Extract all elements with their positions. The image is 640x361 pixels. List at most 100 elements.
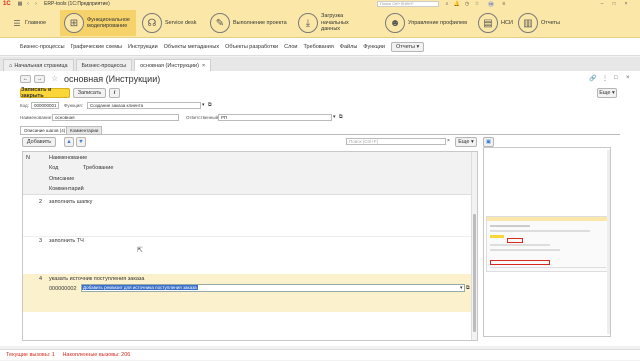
status-bar: Текущие вызовы: 1 Накопленные вызовы: 20… xyxy=(0,349,640,360)
section-nsi[interactable]: ▤ НСИ xyxy=(478,10,513,36)
section-label: Загрузка начальных данных xyxy=(321,13,349,33)
open-tabs: ⌂ Начальная страница Бизнес-процессы осно… xyxy=(0,57,640,71)
form-menu-icon[interactable]: ⋮ xyxy=(602,75,608,82)
more-button[interactable]: Еще ▾ xyxy=(597,88,617,98)
move-down-button[interactable]: ▼ xyxy=(76,137,86,147)
section-functional-modeling[interactable]: ⊞ Функциональное моделирование xyxy=(60,10,136,36)
global-search-input[interactable]: Поиск Ctrl+Shift+F xyxy=(377,1,439,7)
open-link-icon[interactable]: ⧉ xyxy=(339,114,343,120)
scrollbar-thumb[interactable] xyxy=(473,214,476,332)
window-title: ERP-tools (1С:Предприятие) xyxy=(44,1,110,7)
star-icon[interactable]: ☆ xyxy=(473,0,481,8)
search-options-icon[interactable]: × xyxy=(447,138,450,144)
search-icon[interactable]: ⌕ xyxy=(443,0,451,8)
arrow-left-icon: ← xyxy=(22,76,29,82)
nav-graphic-schemes[interactable]: Графические схемы xyxy=(71,44,122,50)
section-service-desk[interactable]: ☊ Service desk xyxy=(142,10,197,36)
forward-icon[interactable]: › xyxy=(32,0,40,8)
table-row-selected[interactable]: 4 указать источник поступления заказа 00… xyxy=(23,274,471,312)
row-name: заполнить шапку xyxy=(49,199,93,205)
preview-scrollbar[interactable] xyxy=(607,150,610,334)
move-up-button[interactable]: ▲ xyxy=(64,137,74,147)
dropdown-arrow-icon[interactable]: ▾ xyxy=(460,285,463,291)
chart-icon: ▥ xyxy=(518,13,538,33)
screenshot-thumbnail xyxy=(486,216,610,272)
save-picture-button[interactable]: ▣ xyxy=(483,137,494,147)
nav-functions[interactable]: Функции xyxy=(363,44,385,50)
responsible-field[interactable]: РП xyxy=(218,114,332,121)
nav-metadata-objects[interactable]: Объекты метаданных xyxy=(164,44,219,50)
grid-more-button[interactable]: Еще ▾ xyxy=(455,137,477,147)
bell-icon[interactable]: 🔔 xyxy=(453,0,461,8)
favorite-star-icon[interactable]: ☆ xyxy=(51,74,58,83)
arrow-up-icon: ▲ xyxy=(66,139,72,145)
dropdown-arrow-icon[interactable]: ▾ xyxy=(202,102,205,108)
nav-instructions[interactable]: Инструкции xyxy=(128,44,158,50)
add-button[interactable]: Добавить xyxy=(22,137,56,147)
grid-search-input[interactable]: Поиск (Ctrl+F) xyxy=(346,138,446,145)
back-button[interactable]: ← xyxy=(20,75,31,83)
open-link-icon[interactable]: ⧉ xyxy=(208,102,212,108)
steps-table: N Наименование Код Требование Описание К… xyxy=(22,151,478,341)
tab-instruction[interactable]: основная (Инструкции) × xyxy=(134,59,212,71)
name-label: Наименование: xyxy=(20,115,53,120)
structure-icon: ⊞ xyxy=(64,13,84,33)
section-reports[interactable]: ▥ Отчеты xyxy=(518,10,560,36)
section-main[interactable]: ☰ Главное xyxy=(12,10,46,36)
nav-layers[interactable]: Слои xyxy=(284,44,297,50)
table-row[interactable]: 2 заполнить шапку xyxy=(23,196,471,237)
link-icon[interactable]: 🔗 xyxy=(589,75,596,82)
avatar[interactable]: ГЗ xyxy=(488,1,494,7)
tab-label: Начальная страница xyxy=(14,62,68,69)
section-project-execution[interactable]: ✎ Выполнение проекта xyxy=(210,10,287,36)
tab-divider xyxy=(20,134,620,135)
row-number: 2 xyxy=(39,199,43,205)
maximize-icon[interactable]: □ xyxy=(610,0,618,8)
nav-business-processes[interactable]: Бизнес-процессы xyxy=(20,44,65,50)
col-comment: Комментарий xyxy=(49,186,84,192)
info-button[interactable]: i xyxy=(109,88,120,98)
forward-button[interactable]: → xyxy=(34,75,45,83)
grid-more-label: Еще xyxy=(458,139,470,145)
form-close-icon[interactable]: × xyxy=(626,75,630,81)
info-icon: i xyxy=(113,90,116,96)
brand-logo: 1С xyxy=(3,1,11,7)
arrow-right-icon: → xyxy=(36,76,43,82)
nav-files[interactable]: Файлы xyxy=(340,44,357,50)
settings-icon[interactable]: ≡ xyxy=(500,0,508,8)
function-field[interactable]: Создание заказа клиента xyxy=(87,102,201,109)
open-link-icon[interactable]: ⧉ xyxy=(466,285,470,291)
tab-business-processes[interactable]: Бизнес-процессы xyxy=(75,59,133,71)
close-icon[interactable]: × xyxy=(622,0,630,8)
form-maximize-icon[interactable]: □ xyxy=(614,75,618,81)
section-profile-management[interactable]: ☻ Управление профилем xyxy=(385,10,467,36)
accumulated-calls[interactable]: Накопленные вызовы: 206 xyxy=(62,352,130,358)
form-title: основная (Инструкции) xyxy=(64,74,161,84)
code-label: Код: xyxy=(20,103,29,108)
requirement-editor[interactable]: Добавить реквизит для источника поступле… xyxy=(81,284,465,292)
minimize-icon[interactable]: – xyxy=(598,0,606,8)
close-tab-icon[interactable]: × xyxy=(202,63,205,69)
back-icon[interactable]: ‹ xyxy=(24,0,32,8)
section-data-import[interactable]: ⤓ Загрузка начальных данных xyxy=(298,10,365,36)
book-icon: ▤ xyxy=(478,13,498,33)
apps-icon[interactable]: ▦ xyxy=(16,0,24,8)
dropdown-arrow-icon[interactable]: ▾ xyxy=(333,114,336,120)
nav-requirements[interactable]: Требования xyxy=(303,44,333,50)
section-label: Управление профилем xyxy=(408,19,467,26)
save-button[interactable]: Записать xyxy=(73,88,106,98)
reports-dropdown[interactable]: Отчеты ▾ xyxy=(390,41,425,52)
table-scrollbar[interactable] xyxy=(471,152,477,340)
code-field[interactable]: 000000001 xyxy=(31,102,59,109)
save-and-close-button[interactable]: Записать и закрыть xyxy=(20,87,70,99)
history-icon[interactable]: ◷ xyxy=(463,0,471,8)
reports-dropdown-label: Отчеты xyxy=(395,43,415,50)
responsible-label: Ответственный: xyxy=(186,115,220,120)
nav-development-objects[interactable]: Объекты разработки xyxy=(225,44,278,50)
tab-home[interactable]: ⌂ Начальная страница xyxy=(3,59,74,71)
table-row[interactable]: 3 заполнить ТЧ xyxy=(23,237,471,275)
name-field[interactable]: основная xyxy=(52,114,179,121)
wrench-icon: ✎ xyxy=(210,13,230,33)
headset-icon: ☊ xyxy=(142,13,162,33)
current-calls[interactable]: Текущие вызовы: 1 xyxy=(6,352,55,358)
